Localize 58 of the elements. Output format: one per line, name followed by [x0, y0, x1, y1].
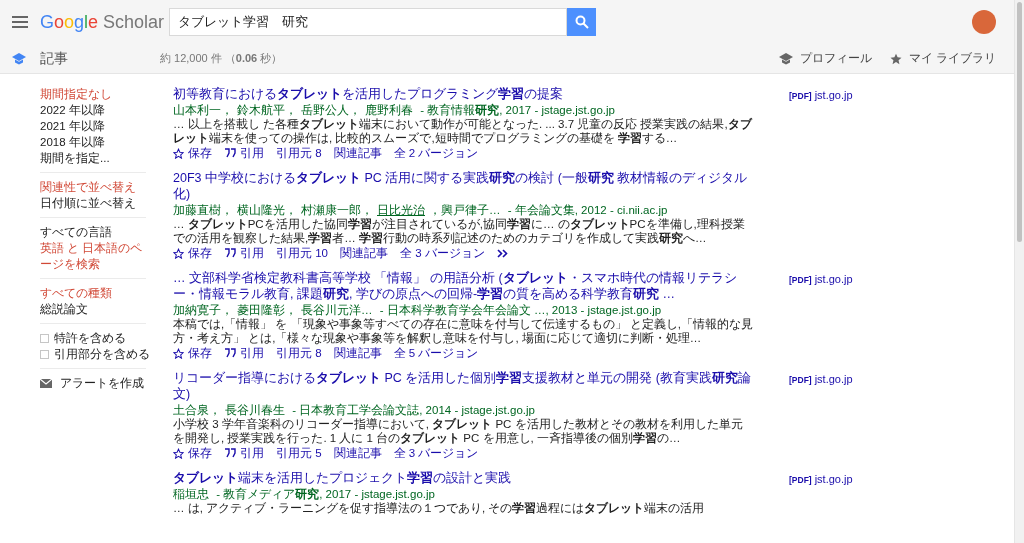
cite-link[interactable]: 引用: [224, 146, 264, 160]
profile-link[interactable]: プロフィール: [778, 49, 872, 68]
pdf-link[interactable]: [PDF] jst.go.jp: [789, 271, 853, 285]
result-action-link[interactable]: 関連記事: [333, 346, 382, 360]
result-action-link[interactable]: 全 5 バージョン: [393, 346, 479, 360]
save-link[interactable]: 保存: [173, 346, 212, 360]
result-action-link[interactable]: 引用元 8: [276, 146, 322, 160]
result-snippet: 小学校 3 学年音楽科のリコーダー指導において, タブレット PC を活用した教材とその教材を利用した単元を開発し, 授業実践を行った. 1 人に 1 台のタブレット PC を用意し, 一斉指導後の個別学習の…: [173, 417, 744, 445]
pdf-link[interactable]: [PDF] jst.go.jp: [789, 471, 853, 485]
sidebar-option[interactable]: 関連性で並べ替え: [40, 179, 146, 195]
result-action-link[interactable]: 全 2 バージョン: [393, 146, 479, 160]
save-link[interactable]: 保存: [173, 146, 212, 160]
result-action-link[interactable]: 全 3 バージョン: [400, 246, 485, 260]
cite-link[interactable]: 引用: [224, 246, 264, 260]
pdf-link[interactable]: [PDF] jst.go.jp: [789, 371, 853, 385]
pdf-link[interactable]: [PDF] jst.go.jp: [789, 87, 853, 101]
result-action-link[interactable]: 引用元 8: [276, 346, 322, 360]
result-action-link[interactable]: 全 3 バージョン: [393, 446, 479, 460]
cite-link[interactable]: 引用: [224, 446, 264, 460]
result-count: 約 12,000 件 （0.06 秒）: [160, 51, 283, 67]
result-snippet: 本稿では,「情報」 を 「現象や事象等すべての存在に意味を付与して伝達するもの」 と定義し,「情報的な見方・考え方」 とは,「様々な現象や事象等を解釈し意味を付与し, 場面に応じて適切に判断・処理…: [173, 317, 753, 345]
sidebar-option[interactable]: すべての言語: [40, 224, 146, 240]
result-title-link[interactable]: 20F3 中学校におけるタブレット PC 活用に関する実践研究の検討 (一般研究 教材情報のディジタル化): [173, 170, 753, 202]
result-action-link[interactable]: 関連記事: [340, 246, 388, 260]
search-field[interactable]: タブレット学習 研究: [169, 8, 567, 36]
create-alert-link[interactable]: アラートを作成: [40, 375, 150, 393]
sidebar-option[interactable]: 英語 と 日本語のページを検索: [40, 240, 146, 272]
sidebar-option[interactable]: 総説論文: [40, 301, 146, 317]
sidebar-option[interactable]: 2018 年以降: [40, 134, 146, 150]
result-authors: 山本利一， 鈴木航平， 岳野公人， 鹿野利春 - 教育情報研究, 2017 - jstage.jst.go.jp: [173, 103, 616, 117]
result-authors: 稲垣忠 - 教育メディア研究, 2017 - jstage.jst.go.jp: [173, 487, 436, 501]
sidebar-option[interactable]: 2022 年以降: [40, 102, 146, 118]
sidebar-option[interactable]: 日付順に並べ替え: [40, 195, 146, 211]
result-authors: 加納寛子， 菱田隆彰， 長谷川元洋… - 日本科学教育学会年会論文 …, 2013 - jstage.jst.go.jp: [173, 303, 663, 317]
save-link[interactable]: 保存: [173, 446, 212, 460]
result-title-link[interactable]: … 文部科学省検定教科書高等学校 「情報」 の用語分析 (タブレット・スマホ時代の情報リテラシー・情報モラル教育, 課題研究, 学びの原点への回帰-学習の質を高める科学教育研究 …: [173, 270, 753, 302]
save-link[interactable]: 保存: [173, 246, 212, 260]
result-action-link[interactable]: 関連記事: [333, 446, 382, 460]
sidebar-option[interactable]: すべての種類: [40, 285, 146, 301]
result-snippet: … は, アクティブ・ラーニングを促す指導法の１つであり, その学習過程にはタブレット端末の活用: [173, 501, 706, 515]
result-snippet: … 以上を搭載し た各種タブレット端末において動作が可能となった. ... 3.7 児童の反応 授業実践の結果,タブレット端末を使っての操作は, 比較的スムーズで,短時間でプログラミングの基礎を 学習する…: [173, 117, 753, 145]
sidebar-option[interactable]: 期間を指定...: [40, 150, 146, 166]
sidebar-option[interactable]: 2021 年以降: [40, 118, 146, 134]
result-title-link[interactable]: タブレット端末を活用したプロジェクト学習の設計と実践: [173, 470, 753, 486]
result-action-link[interactable]: 引用元 10: [276, 246, 328, 260]
logo[interactable]: Google Scholar: [40, 10, 164, 34]
result-action-link[interactable]: 関連記事: [333, 146, 382, 160]
result-title-link[interactable]: 初等教育におけるタブレットを活用したプログラミング学習の提案: [173, 86, 753, 102]
result-authors: 土合泉， 長谷川春生 - 日本教育工学会論文誌, 2014 - jstage.jst.go.jp: [173, 403, 536, 417]
section-title: 記事: [40, 49, 69, 68]
result-title-link[interactable]: リコーダー指導におけるタブレット PC を活用した個別学習支援教材と単元の開発 (教育実践研究論文): [173, 370, 753, 402]
cite-link[interactable]: 引用: [224, 346, 264, 360]
result-action-link[interactable]: 引用元 5: [276, 446, 322, 460]
result-authors: 加藤直樹， 横山隆光， 村瀬康一郎， 日比光治 ，興戸律子… - 年会論文集, 2012 - ci.nii.ac.jp: [173, 203, 669, 217]
library-link[interactable]: マイ ライブラリ: [889, 49, 996, 68]
checkbox-option[interactable]: 特許を含める: [40, 330, 146, 346]
sidebar-option[interactable]: 期間指定なし: [40, 86, 146, 102]
result-snippet: … タブレットPCを活用した協同学習が注目されているが,協同学習に… のタブレットPCを準備し,理科授業での活用を観察した結果,学習者… 学習行動の時系列記述のためのカテゴリを作成して実践研究へ…: [173, 217, 746, 245]
